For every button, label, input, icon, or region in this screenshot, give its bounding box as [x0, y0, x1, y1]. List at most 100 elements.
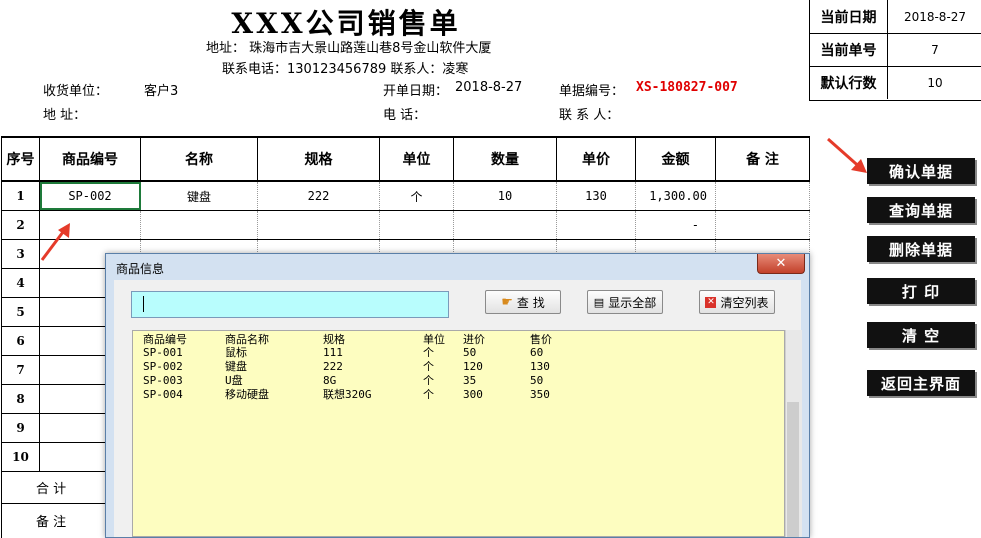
column-header: 商品编号 — [40, 138, 141, 180]
info-label: 默认行数 — [810, 66, 888, 99]
document-icon: ▤ — [593, 295, 605, 309]
search-input[interactable] — [131, 291, 449, 318]
item-price: 60 — [530, 346, 544, 359]
product-list[interactable]: 商品编号 商品名称 规格 单位 进价 售价 SP-001 鼠标 111 个 50… — [132, 330, 785, 537]
search-button[interactable]: ☛ 查 找 — [485, 290, 561, 314]
scrollbar-thumb[interactable] — [787, 402, 799, 537]
cell-qty[interactable] — [454, 211, 557, 239]
item-code: SP-004 — [143, 388, 183, 401]
item-price: 350 — [530, 388, 550, 401]
page-title: XXX公司销售单 — [231, 7, 461, 40]
cell-note[interactable] — [716, 211, 810, 239]
phone-label: 电 话： — [383, 108, 427, 123]
print-button[interactable]: 打 印 — [867, 278, 975, 304]
info-row-number: 当前单号 7 — [810, 33, 981, 67]
list-header-cell: 售价 — [530, 333, 552, 346]
table-row: 1 SP-002 键盘 222 个 10 130 1,300.00 — [2, 182, 810, 211]
item-cost: 120 — [463, 360, 483, 373]
column-header: 规格 — [258, 138, 380, 180]
item-name: 移动硬盘 — [225, 388, 269, 401]
cell-name[interactable]: 键盘 — [141, 182, 258, 210]
row-number: 9 — [2, 414, 40, 442]
cell-amount: 1,300.00 — [636, 182, 716, 210]
row-number: 3 — [2, 240, 40, 268]
row-number: 4 — [2, 269, 40, 297]
table-header: 序号 商品编号 名称 规格 单位 数量 单价 金额 备 注 — [2, 138, 810, 182]
clear-list-button-label: 清空列表 — [720, 295, 769, 310]
table-row: 2 - — [2, 211, 810, 240]
cell-spec[interactable] — [258, 211, 380, 239]
cell-qty[interactable]: 10 — [454, 182, 557, 210]
row-number: 10 — [2, 443, 40, 471]
row-number: 6 — [2, 327, 40, 355]
item-name: 键盘 — [225, 360, 247, 373]
item-code: SP-003 — [143, 374, 183, 387]
open-date-value[interactable]: 2018-8-27 — [455, 80, 522, 95]
cell-name[interactable] — [141, 211, 258, 239]
list-header: 商品编号 商品名称 规格 单位 进价 售价 — [133, 333, 773, 347]
receiver-value[interactable]: 客户3 — [144, 80, 178, 99]
open-date-label: 开单日期： — [383, 84, 449, 99]
item-unit: 个 — [423, 360, 434, 373]
item-unit: 个 — [423, 346, 434, 359]
list-header-cell: 单位 — [423, 333, 445, 346]
item-price: 130 — [530, 360, 550, 373]
cell-unit[interactable] — [380, 211, 454, 239]
item-name: U盘 — [225, 374, 243, 387]
item-spec: 222 — [323, 360, 343, 373]
cell-price[interactable] — [557, 211, 636, 239]
list-item[interactable]: SP-002 键盘 222 个 120 130 — [133, 360, 773, 374]
item-unit: 个 — [423, 388, 434, 401]
cell-price[interactable]: 130 — [557, 182, 636, 210]
info-value: 7 — [931, 42, 939, 57]
item-name: 鼠标 — [225, 346, 247, 359]
back-button[interactable]: 返回主界面 — [867, 370, 975, 396]
row-number: 2 — [2, 211, 40, 239]
confirm-button[interactable]: 确认单据 — [867, 158, 975, 184]
row-number: 1 — [2, 182, 40, 210]
list-header-cell: 商品编号 — [143, 333, 187, 346]
info-row-date: 当前日期 2018-8-27 — [810, 0, 981, 34]
cell-code[interactable]: SP-002 — [40, 182, 141, 210]
column-header: 金额 — [636, 138, 716, 180]
item-cost: 300 — [463, 388, 483, 401]
company-contact: 联系电话：130123456789 联系人：凌寒 — [222, 62, 469, 77]
item-spec: 111 — [323, 346, 343, 359]
contact-person-label: 联 系 人： — [559, 108, 620, 123]
item-spec: 8G — [323, 374, 337, 387]
info-row-rows: 默认行数 10 — [810, 66, 981, 99]
product-dialog: 商品信息 ✕ ☛ 查 找 ▤ 显示全部 ✕ 清空列表 商品编号 商品名称 规格 … — [105, 253, 810, 538]
cell-note[interactable] — [716, 182, 810, 210]
arrow-confirm-icon — [827, 137, 867, 173]
clear-button[interactable]: 清 空 — [867, 322, 975, 348]
show-all-button-label: 显示全部 — [608, 295, 657, 310]
show-all-button[interactable]: ▤ 显示全部 — [587, 290, 663, 314]
cell-spec[interactable]: 222 — [258, 182, 380, 210]
info-label: 当前日期 — [810, 0, 888, 33]
text-cursor — [143, 296, 144, 312]
dialog-title: 商品信息 — [116, 262, 165, 276]
dialog-body: ☛ 查 找 ▤ 显示全部 ✕ 清空列表 商品编号 商品名称 规格 单位 进价 售… — [114, 280, 802, 537]
column-header: 序号 — [2, 138, 40, 180]
item-code: SP-001 — [143, 346, 183, 359]
arrow-cell-icon — [40, 223, 70, 261]
row-number: 5 — [2, 298, 40, 326]
list-item[interactable]: SP-004 移动硬盘 联想320G 个 300 350 — [133, 388, 773, 402]
delete-button[interactable]: 删除单据 — [867, 236, 975, 262]
item-code: SP-002 — [143, 360, 183, 373]
list-item[interactable]: SP-001 鼠标 111 个 50 60 — [133, 346, 773, 360]
column-header: 名称 — [141, 138, 258, 180]
cell-amount: - — [636, 211, 716, 239]
query-button[interactable]: 查询单据 — [867, 197, 975, 223]
list-header-cell: 进价 — [463, 333, 485, 346]
hand-icon: ☛ — [501, 294, 513, 310]
cell-unit[interactable]: 个 — [380, 182, 454, 210]
list-item[interactable]: SP-003 U盘 8G 个 35 50 — [133, 374, 773, 388]
item-spec: 联想320G — [323, 388, 372, 401]
clear-list-button[interactable]: ✕ 清空列表 — [699, 290, 775, 314]
address-label: 地 址： — [43, 108, 87, 123]
info-value[interactable]: 10 — [888, 66, 981, 99]
close-button[interactable]: ✕ — [757, 254, 805, 274]
company-address: 地址： 珠海市吉大景山路莲山巷8号金山软件大厦 — [206, 41, 492, 56]
column-header: 单价 — [557, 138, 636, 180]
